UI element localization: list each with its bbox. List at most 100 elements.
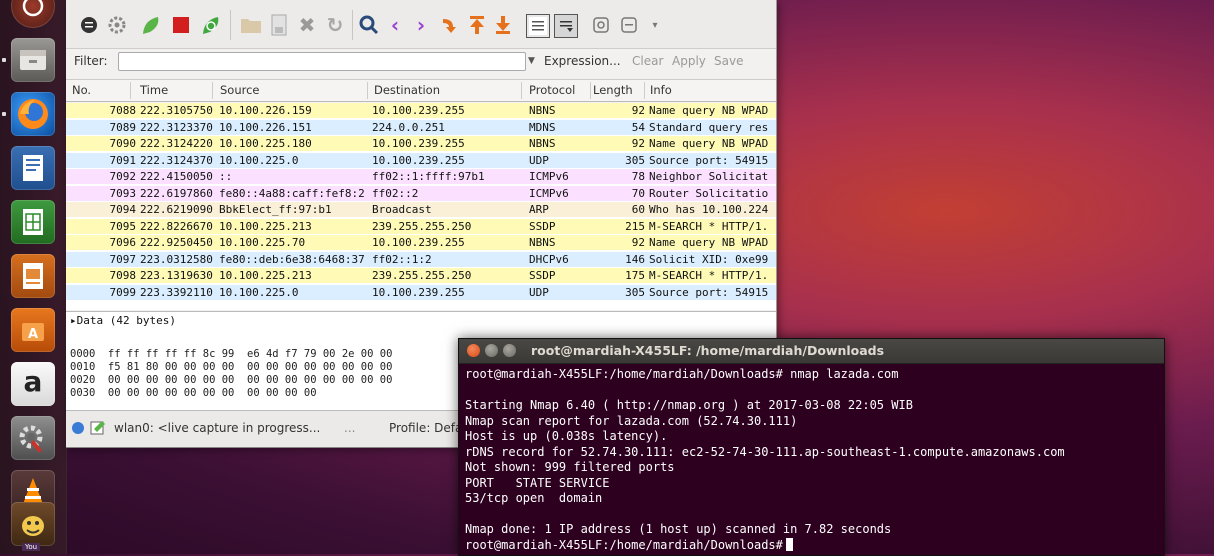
terminal-output[interactable]: root@mardiah-X455LF:/home/mardiah/Downlo…: [459, 363, 1164, 555]
table-row[interactable]: 7092 222.4150050:: ff02::1:ffff:97b1 ICMPv6…: [66, 169, 776, 184]
save-filter-button[interactable]: Save: [714, 54, 743, 68]
cell-src: 10.100.225.213: [219, 219, 312, 233]
calc-icon[interactable]: [11, 200, 55, 244]
hex-line: 0030 00 00 00 00 00 00 00 00 00 00 00: [70, 387, 317, 399]
cell-info: Who has 10.100.224: [649, 203, 769, 216]
go-back-icon[interactable]: ‹: [384, 13, 406, 37]
cell-dst: ff02::1:ffff:97b1: [372, 170, 485, 183]
filter-dropdown-icon[interactable]: ▼: [528, 56, 535, 66]
maximize-window-icon[interactable]: [503, 344, 516, 357]
detail-tree-item[interactable]: ▸Data (42 bytes): [70, 314, 176, 327]
settings-icon[interactable]: [11, 416, 55, 460]
table-row[interactable]: 7097 223.0312580 fe80::deb:6e38:6468:37 ff0…: [66, 251, 776, 267]
start-capture-icon[interactable]: [140, 14, 162, 36]
files-icon[interactable]: [11, 38, 55, 82]
table-row[interactable]: 7088 222.3105750 10.100.226.159 10.100.239.…: [66, 103, 776, 118]
cell-dst: 10.100.239.255: [372, 153, 465, 167]
cell-proto: MDNS: [529, 120, 556, 134]
zoom-out-icon[interactable]: [618, 14, 640, 36]
impress-icon[interactable]: [11, 254, 55, 298]
cell-len: 175: [625, 269, 645, 282]
stop-capture-icon[interactable]: [170, 14, 192, 36]
terminal-titlebar[interactable]: root@mardiah-X455LF: /home/mardiah/Downl…: [459, 339, 1164, 364]
apply-button[interactable]: Apply: [672, 54, 706, 68]
last-packet-icon[interactable]: [492, 14, 514, 36]
terminal-prompt[interactable]: root@mardiah-X455LF:/home/mardiah/Downlo…: [465, 537, 793, 552]
restart-capture-icon[interactable]: [200, 14, 222, 36]
column-time[interactable]: Time: [140, 83, 168, 97]
table-row[interactable]: 7094 222.6219090 BbkElect_ff:97:b1 Broadcas…: [66, 202, 776, 217]
cell-info: Name query NB WPAD: [649, 236, 769, 249]
table-row[interactable]: 7093 222.6197860 fe80::4a88:caff:fef8:2 ff0…: [66, 185, 776, 201]
cell-time: 222.3124370: [140, 153, 213, 167]
open-file-icon[interactable]: [240, 14, 262, 36]
toolbar-overflow-icon[interactable]: ▾: [644, 14, 666, 36]
options-icon[interactable]: [106, 14, 128, 36]
column-separator[interactable]: [590, 82, 591, 99]
close-window-icon[interactable]: [467, 344, 480, 357]
cell-proto: SSDP: [529, 219, 556, 233]
table-row[interactable]: 7098 223.1319630 10.100.225.213 239.255.255…: [66, 268, 776, 283]
capture-comment-icon[interactable]: [90, 420, 106, 440]
column-info[interactable]: Info: [650, 83, 672, 97]
expression-button[interactable]: Expression...: [544, 54, 621, 68]
table-row[interactable]: 7095 222.8226670 10.100.225.213 239.255.255…: [66, 218, 776, 234]
column-separator[interactable]: [212, 82, 213, 99]
cell-no: 7095: [109, 219, 137, 233]
go-to-packet-icon[interactable]: [438, 14, 460, 36]
find-packet-icon[interactable]: [358, 14, 380, 36]
terminal-title: root@mardiah-X455LF: /home/mardiah/Downl…: [531, 343, 885, 358]
cell-len: 305: [625, 285, 645, 299]
amazon-icon[interactable]: a: [11, 362, 55, 406]
zoom-in-icon[interactable]: [590, 14, 612, 36]
minimize-window-icon[interactable]: [485, 344, 498, 357]
profile-status[interactable]: Profile: Defa: [389, 421, 462, 435]
cell-len: 305: [625, 153, 645, 167]
cell-no: 7093: [109, 186, 137, 200]
autoscroll-icon[interactable]: [554, 14, 578, 38]
filter-input[interactable]: [118, 52, 526, 71]
column-length[interactable]: Length: [593, 83, 643, 97]
expert-info-icon[interactable]: [72, 422, 84, 434]
column-separator[interactable]: [130, 82, 131, 99]
dash-icon[interactable]: [11, 0, 55, 28]
cell-len: 60: [631, 203, 645, 216]
main-toolbar: ✖ ↻ ‹ › ▾: [66, 0, 776, 49]
column-no[interactable]: No.: [72, 83, 91, 97]
table-row[interactable]: 7089 222.3123370 10.100.226.151 224.0.0.251…: [66, 119, 776, 135]
close-file-icon[interactable]: ✖: [296, 13, 318, 37]
writer-icon[interactable]: [11, 146, 55, 190]
table-row[interactable]: 7090 222.3124220 10.100.225.180 10.100.239.…: [66, 136, 776, 151]
cell-info: Standard query res: [649, 120, 769, 134]
column-destination[interactable]: Destination: [374, 83, 440, 97]
column-protocol[interactable]: Protocol: [529, 83, 575, 97]
cell-len: 92: [631, 236, 645, 249]
hex-line: 0000 ff ff ff ff ff 8c 99 e6 4d f7 79 00…: [70, 348, 393, 360]
first-packet-icon[interactable]: [466, 14, 488, 36]
table-row[interactable]: 7099 223.3392110 10.100.225.0 10.100.239.25…: [66, 284, 776, 300]
filter-label: Filter:: [74, 54, 108, 68]
clear-button[interactable]: Clear: [632, 54, 663, 68]
table-row[interactable]: 7096 222.9250450 10.100.225.70 10.100.239.2…: [66, 235, 776, 250]
column-separator[interactable]: [521, 82, 522, 99]
table-row[interactable]: 7091 222.3124370 10.100.225.0 10.100.239.25…: [66, 152, 776, 168]
cell-dst: ff02::1:2: [372, 252, 432, 266]
column-separator[interactable]: [367, 82, 368, 99]
svg-text:A: A: [28, 327, 38, 342]
column-source[interactable]: Source: [220, 83, 260, 97]
terminal-line: PORT STATE SERVICE: [465, 475, 610, 490]
go-forward-icon[interactable]: ›: [410, 13, 432, 37]
cell-src: fe80::deb:6e38:6468:37: [219, 252, 365, 266]
interfaces-icon[interactable]: [78, 14, 100, 36]
reload-icon[interactable]: ↻: [324, 13, 346, 37]
firefox-icon[interactable]: [11, 92, 55, 136]
cell-len: 70: [631, 186, 645, 200]
software-center-icon[interactable]: A: [11, 308, 55, 352]
colorize-icon[interactable]: [526, 14, 550, 38]
you-badge: You: [22, 543, 41, 551]
toolbar-separator: [352, 10, 353, 40]
installer-icon[interactable]: [11, 502, 55, 546]
cell-len: 54: [631, 120, 645, 134]
save-file-icon[interactable]: [268, 14, 290, 36]
column-separator[interactable]: [644, 82, 645, 99]
